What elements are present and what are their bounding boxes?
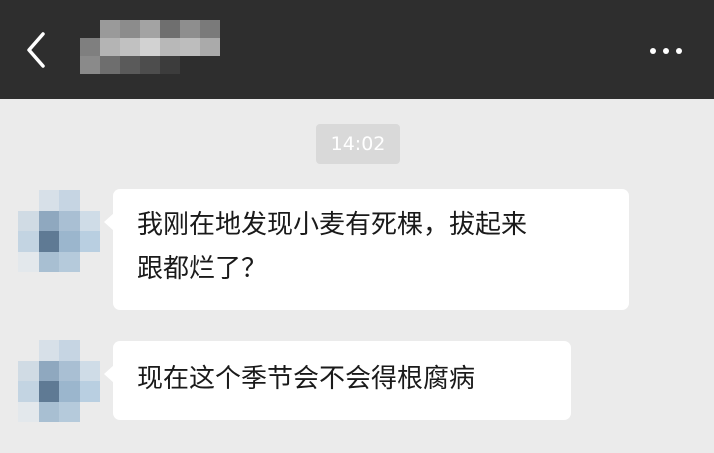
message-bubble[interactable]: 现在这个季节会不会得根腐病: [104, 341, 571, 420]
contact-name-pixelated: [80, 20, 220, 76]
chevron-left-icon: [27, 32, 45, 68]
top-nav-bar: [0, 0, 714, 99]
more-options-button[interactable]: [642, 34, 690, 68]
message-bubble[interactable]: 我刚在地发现小麦有死棵，拔起来 跟都烂了？: [104, 189, 629, 310]
more-dots-icon: [650, 48, 656, 54]
message-text-line: 我刚在地发现小麦有死棵，拔起来: [137, 210, 528, 240]
message-text-line: 现在这个季节会不会得根腐病: [137, 364, 476, 394]
message-text-line: 跟都烂了？: [137, 254, 268, 284]
contact-avatar[interactable]: [18, 340, 100, 422]
contact-avatar[interactable]: [18, 190, 100, 272]
message-timestamp: 14:02: [316, 124, 400, 164]
back-button[interactable]: [14, 28, 58, 72]
